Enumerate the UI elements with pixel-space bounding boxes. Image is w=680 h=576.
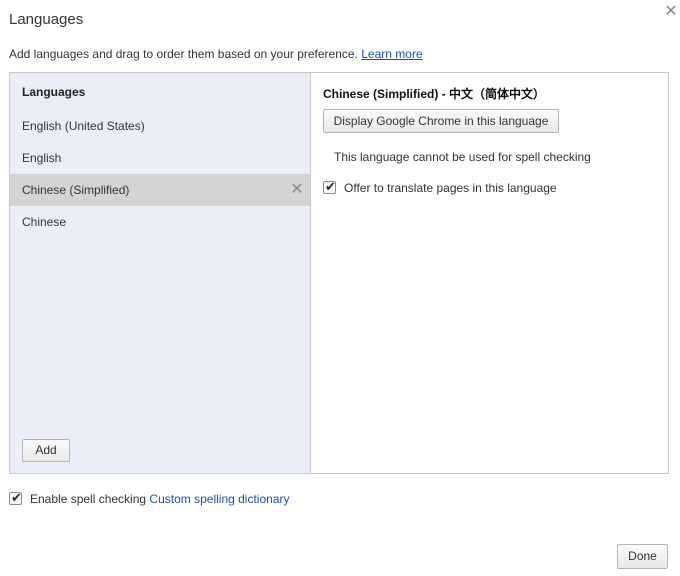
language-item-label: Chinese (Simplified) [22,183,130,197]
language-details: Chinese (Simplified) - 中文（简体中文） Display … [312,73,668,473]
spell-check-text: Enable spell checking [30,492,147,506]
language-item-label: English [22,151,62,165]
language-item-chinese[interactable]: Chinese [10,206,310,238]
spell-check-checkbox[interactable]: ✔ [9,490,22,505]
languages-panel: Languages English (United States) Englis… [9,72,669,474]
language-item-label: Chinese [22,215,67,229]
display-in-language-button[interactable]: Display Google Chrome in this language [323,109,559,133]
done-button[interactable]: Done [617,544,668,569]
translate-option: ✔ Offer to translate pages in this langu… [323,179,623,196]
checkmark-icon: ✔ [325,179,336,194]
add-language-button[interactable]: Add [22,439,70,462]
spell-check-option: ✔ Enable spell checking Custom spelling … [9,490,339,507]
dialog-title: Languages [9,11,84,28]
selected-language-title: Chinese (Simplified) - 中文（简体中文） [323,87,546,101]
translate-label: Offer to translate pages in this languag… [344,181,557,195]
language-list-header: Languages [22,85,86,99]
language-list: Languages English (United States) Englis… [10,73,311,473]
description-text: Add languages and drag to order them bas… [9,47,358,61]
language-item-label: English (United States) [22,119,145,133]
language-item-english[interactable]: English [10,142,310,174]
translate-checkbox[interactable]: ✔ [323,179,336,194]
checkmark-icon: ✔ [11,490,22,505]
remove-icon[interactable]: ✕ [290,182,304,198]
language-item-chinese-simplified[interactable]: Chinese (Simplified) ✕ [10,174,310,206]
spell-check-note: This language cannot be used for spell c… [334,150,591,164]
spell-check-label: Enable spell checking Custom spelling di… [30,492,289,506]
dialog-description: Add languages and drag to order them bas… [9,47,423,61]
close-icon[interactable]: ✕ [663,4,679,20]
language-item-english-us[interactable]: English (United States) [10,110,310,142]
custom-dictionary-link[interactable]: Custom spelling dictionary [149,492,289,506]
learn-more-link[interactable]: Learn more [361,47,422,61]
